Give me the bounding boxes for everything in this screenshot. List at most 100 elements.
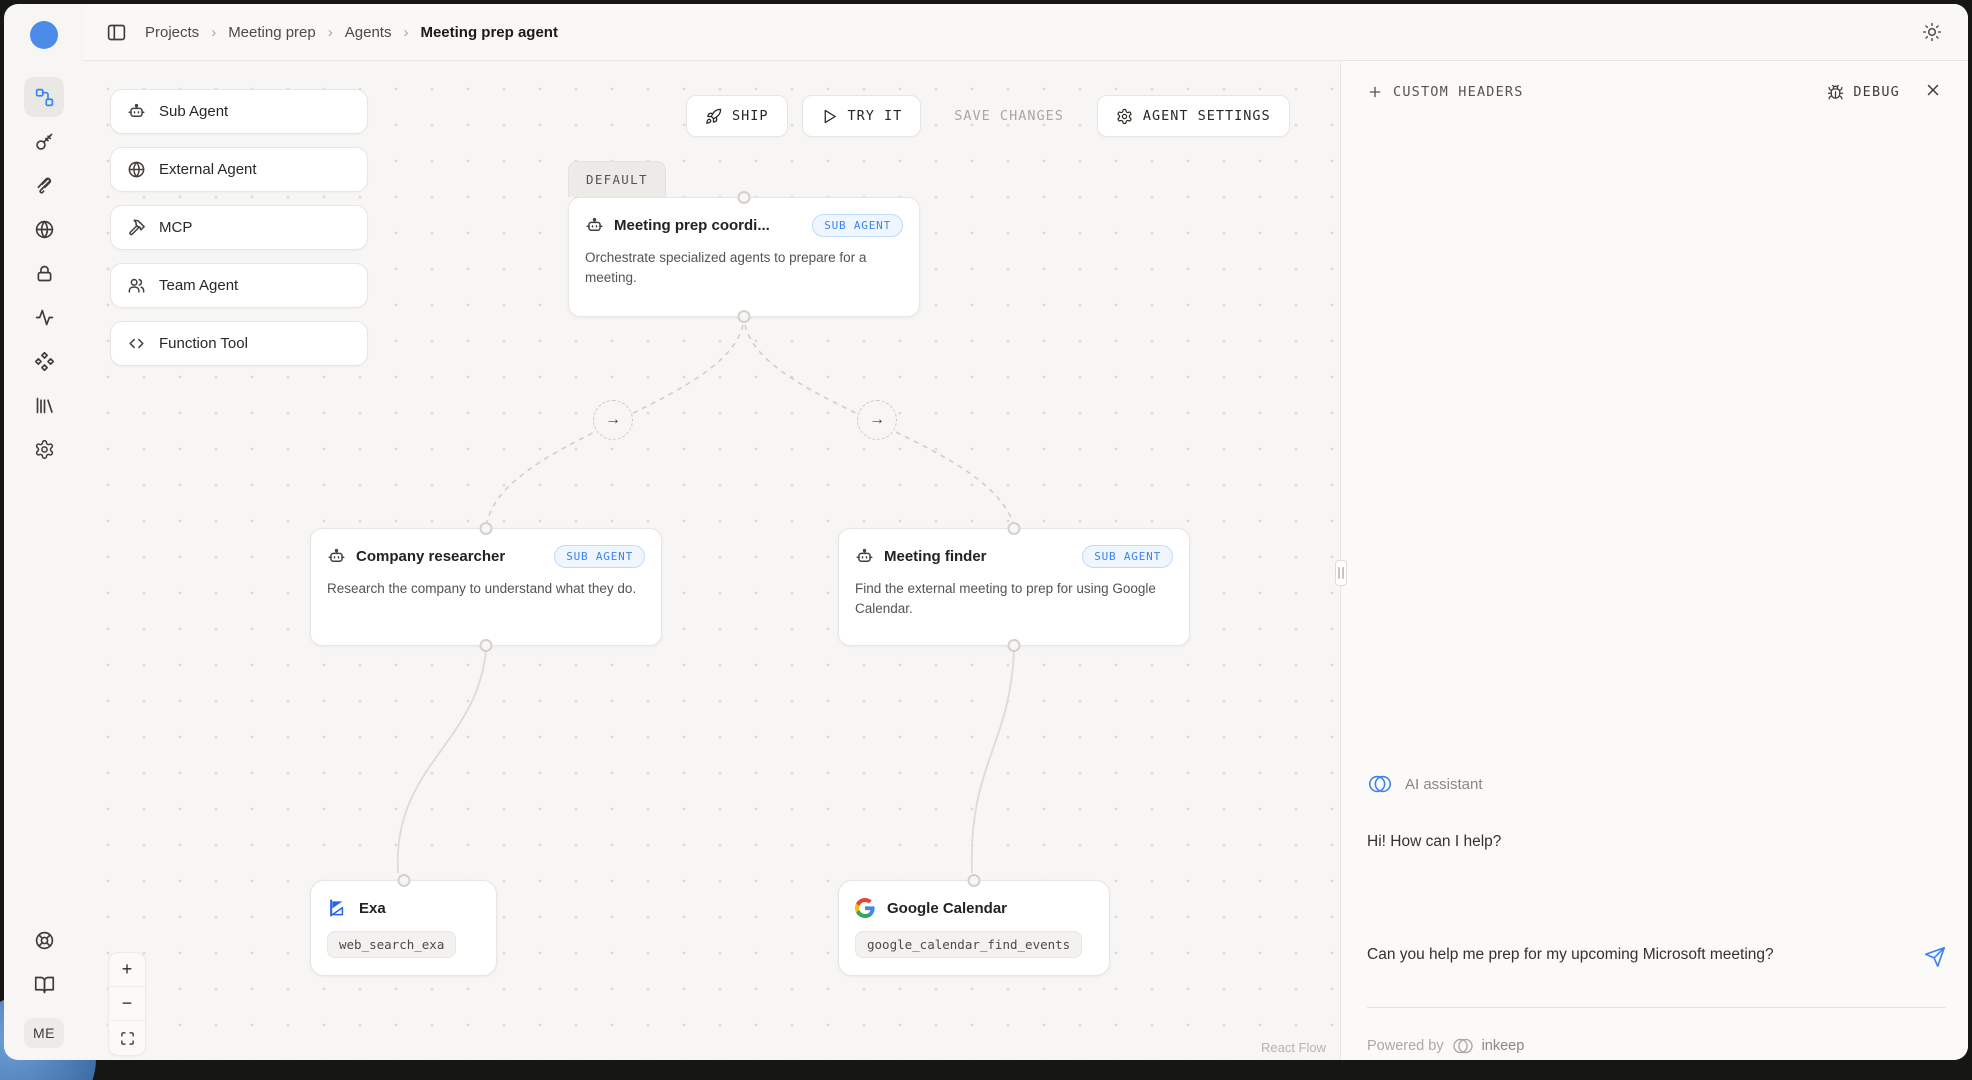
breadcrumb-meeting-prep[interactable]: Meeting prep xyxy=(228,24,316,41)
try-it-label: TRY IT xyxy=(848,108,903,124)
palette-item-label: Team Agent xyxy=(159,277,238,294)
debug-label: DEBUG xyxy=(1853,84,1900,100)
docs-button[interactable] xyxy=(24,964,64,1004)
fit-view-button[interactable] xyxy=(109,1021,145,1055)
agent-settings-button[interactable]: AGENT SETTINGS xyxy=(1097,95,1290,137)
canvas-toolbar: SHIP TRY IT SAVE CHANGES AGENT SETTINGS xyxy=(686,95,1290,137)
ship-button[interactable]: SHIP xyxy=(686,95,788,137)
assistant-label: AI assistant xyxy=(1405,776,1483,793)
panel-resize-handle[interactable] xyxy=(1335,560,1347,586)
nav-external-agents-button[interactable] xyxy=(24,209,64,249)
node-handle[interactable] xyxy=(1008,522,1021,535)
powered-by-label: Powered by xyxy=(1367,1038,1444,1054)
palette-external-agent[interactable]: External Agent xyxy=(110,147,368,192)
node-google-calendar-tool[interactable]: Google Calendar google_calendar_find_eve… xyxy=(838,880,1110,976)
try-it-button[interactable]: TRY IT xyxy=(802,95,922,137)
save-changes-button[interactable]: SAVE CHANGES xyxy=(935,95,1083,137)
debug-button[interactable]: DEBUG xyxy=(1827,84,1900,101)
app-window: ME Projects › Meeting prep › Agents › Me… xyxy=(4,4,1968,1060)
palette-team-agent[interactable]: Team Agent xyxy=(110,263,368,308)
inkeep-logo-icon xyxy=(1451,1037,1475,1055)
node-handle[interactable] xyxy=(968,874,981,887)
powered-by-footer: Powered by inkeep xyxy=(1367,1037,1524,1055)
arrow-icon: → xyxy=(605,411,621,429)
edge-arrow-marker: → xyxy=(593,400,633,440)
node-handle[interactable] xyxy=(397,874,410,887)
palette-sub-agent[interactable]: Sub Agent xyxy=(110,89,368,134)
node-meeting-prep-coordinator[interactable]: Meeting prep coordi... SUB AGENT Orchest… xyxy=(568,197,920,317)
nav-graph-button[interactable] xyxy=(24,77,64,117)
palette-item-label: Function Tool xyxy=(159,335,248,352)
tool-id-chip: google_calendar_find_events xyxy=(855,931,1082,958)
users-icon xyxy=(127,276,146,295)
breadcrumb-separator: › xyxy=(403,24,408,41)
components-icon xyxy=(34,351,55,372)
graph-tab-default[interactable]: DEFAULT xyxy=(568,161,666,197)
node-handle[interactable] xyxy=(738,310,751,323)
sub-agent-badge: SUB AGENT xyxy=(1082,545,1173,568)
sun-icon xyxy=(1922,22,1942,42)
edge-arrow-marker: → xyxy=(857,400,897,440)
zoom-out-button[interactable]: − xyxy=(109,987,145,1021)
workflow-icon xyxy=(34,87,55,108)
bot-icon xyxy=(855,547,874,566)
user-avatar[interactable]: ME xyxy=(24,1018,64,1048)
custom-headers-label: CUSTOM HEADERS xyxy=(1393,84,1524,100)
assistant-header: AI assistant xyxy=(1367,773,1483,795)
book-icon xyxy=(34,974,55,995)
node-description: Find the external meeting to prep for us… xyxy=(839,572,1189,636)
node-company-researcher[interactable]: Company researcher SUB AGENT Research th… xyxy=(310,528,662,646)
save-changes-label: SAVE CHANGES xyxy=(954,108,1064,124)
node-exa-tool[interactable]: Exa web_search_exa xyxy=(310,880,497,976)
chat-input[interactable]: Can you help me prep for my upcoming Mic… xyxy=(1367,943,1837,967)
sub-agent-badge: SUB AGENT xyxy=(812,214,903,237)
mcp-icon xyxy=(34,175,55,196)
nav-settings-button[interactable] xyxy=(24,429,64,469)
nav-credentials-button[interactable] xyxy=(24,121,64,161)
chat-composer[interactable]: Can you help me prep for my upcoming Mic… xyxy=(1367,926,1946,1008)
node-handle[interactable] xyxy=(480,639,493,652)
inkeep-brand-link[interactable]: inkeep xyxy=(1482,1038,1525,1054)
custom-headers-button[interactable]: CUSTOM HEADERS xyxy=(1367,84,1524,100)
palette-function-tool[interactable]: Function Tool xyxy=(110,321,368,366)
lock-icon xyxy=(34,263,55,284)
breadcrumb-agents[interactable]: Agents xyxy=(345,24,392,41)
assistant-greeting: Hi! How can I help? xyxy=(1367,833,1501,851)
rocket-icon xyxy=(705,108,722,125)
help-button[interactable] xyxy=(24,920,64,960)
react-flow-attribution[interactable]: React Flow xyxy=(1261,1040,1326,1055)
app-logo-icon[interactable] xyxy=(28,19,60,51)
gear-icon xyxy=(34,439,55,460)
inkeep-logo-icon xyxy=(1367,773,1393,795)
nav-components-button[interactable] xyxy=(24,341,64,381)
nav-activity-button[interactable] xyxy=(24,297,64,337)
flow-canvas[interactable]: Sub Agent External Agent MCP Team Agent … xyxy=(84,61,1340,1060)
palette-mcp[interactable]: MCP xyxy=(110,205,368,250)
palette-item-label: Sub Agent xyxy=(159,103,228,120)
panel-header: CUSTOM HEADERS DEBUG xyxy=(1341,61,1968,123)
zoom-in-button[interactable]: + xyxy=(109,953,145,987)
node-meeting-finder[interactable]: Meeting finder SUB AGENT Find the extern… xyxy=(838,528,1190,646)
node-handle[interactable] xyxy=(480,522,493,535)
close-panel-button[interactable] xyxy=(1924,81,1942,103)
fullscreen-icon xyxy=(120,1031,135,1046)
theme-toggle-button[interactable] xyxy=(1922,22,1942,42)
breadcrumb-projects[interactable]: Projects xyxy=(145,24,199,41)
globe-icon xyxy=(127,160,146,179)
ship-label: SHIP xyxy=(732,108,769,124)
breadcrumb-current-page: Meeting prep agent xyxy=(420,24,558,41)
breadcrumb-separator: › xyxy=(211,24,216,41)
node-title: Google Calendar xyxy=(887,900,1007,917)
node-handle[interactable] xyxy=(738,191,751,204)
nav-security-button[interactable] xyxy=(24,253,64,293)
palette-item-label: MCP xyxy=(159,219,192,236)
sidebar-toggle-button[interactable] xyxy=(106,22,127,43)
send-button[interactable] xyxy=(1924,946,1946,973)
chat-debug-panel: CUSTOM HEADERS DEBUG AI assistant Hi! Ho… xyxy=(1340,61,1968,1060)
nav-library-button[interactable] xyxy=(24,385,64,425)
node-handle[interactable] xyxy=(1008,639,1021,652)
nav-mcp-button[interactable] xyxy=(24,165,64,205)
icon-rail: ME xyxy=(4,4,84,1060)
globe-icon xyxy=(34,219,55,240)
panel-left-icon xyxy=(106,22,127,43)
